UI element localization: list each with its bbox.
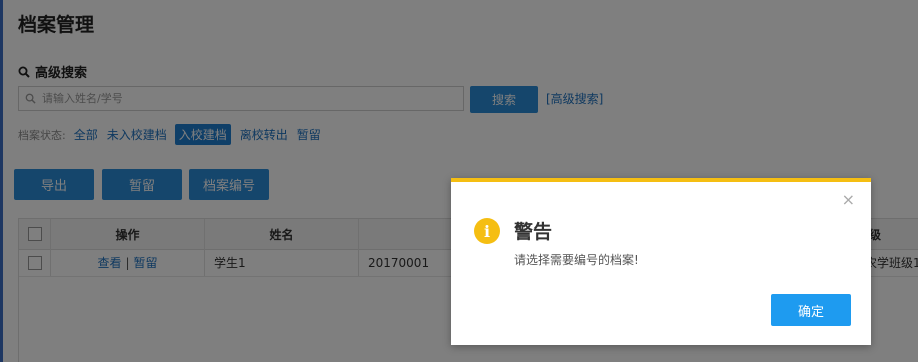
warning-dialog: × i 警告 请选择需要编号的档案! 确定 xyxy=(451,178,871,345)
dialog-message: 请选择需要编号的档案! xyxy=(514,253,639,267)
close-icon[interactable]: × xyxy=(842,192,855,208)
dialog-title: 警告 xyxy=(514,221,553,243)
ok-button[interactable]: 确定 xyxy=(771,294,851,326)
warning-icon: i xyxy=(474,218,500,244)
